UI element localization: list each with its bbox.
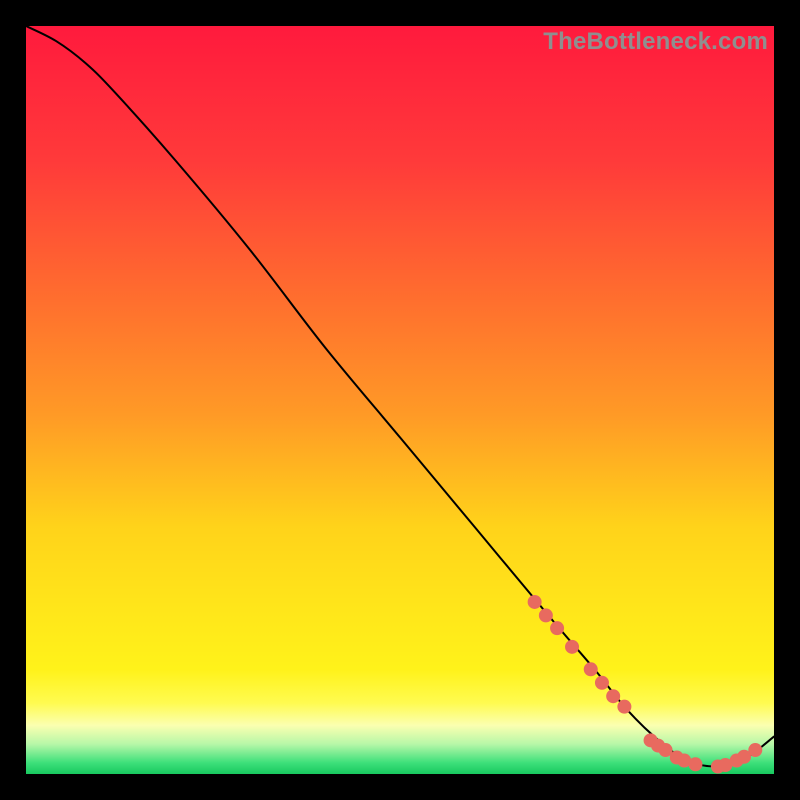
plot-area: TheBottleneck.com <box>26 26 774 774</box>
chart-stage: TheBottleneck.com <box>0 0 800 800</box>
background-gradient <box>26 26 774 774</box>
watermark-text: TheBottleneck.com <box>543 28 768 56</box>
